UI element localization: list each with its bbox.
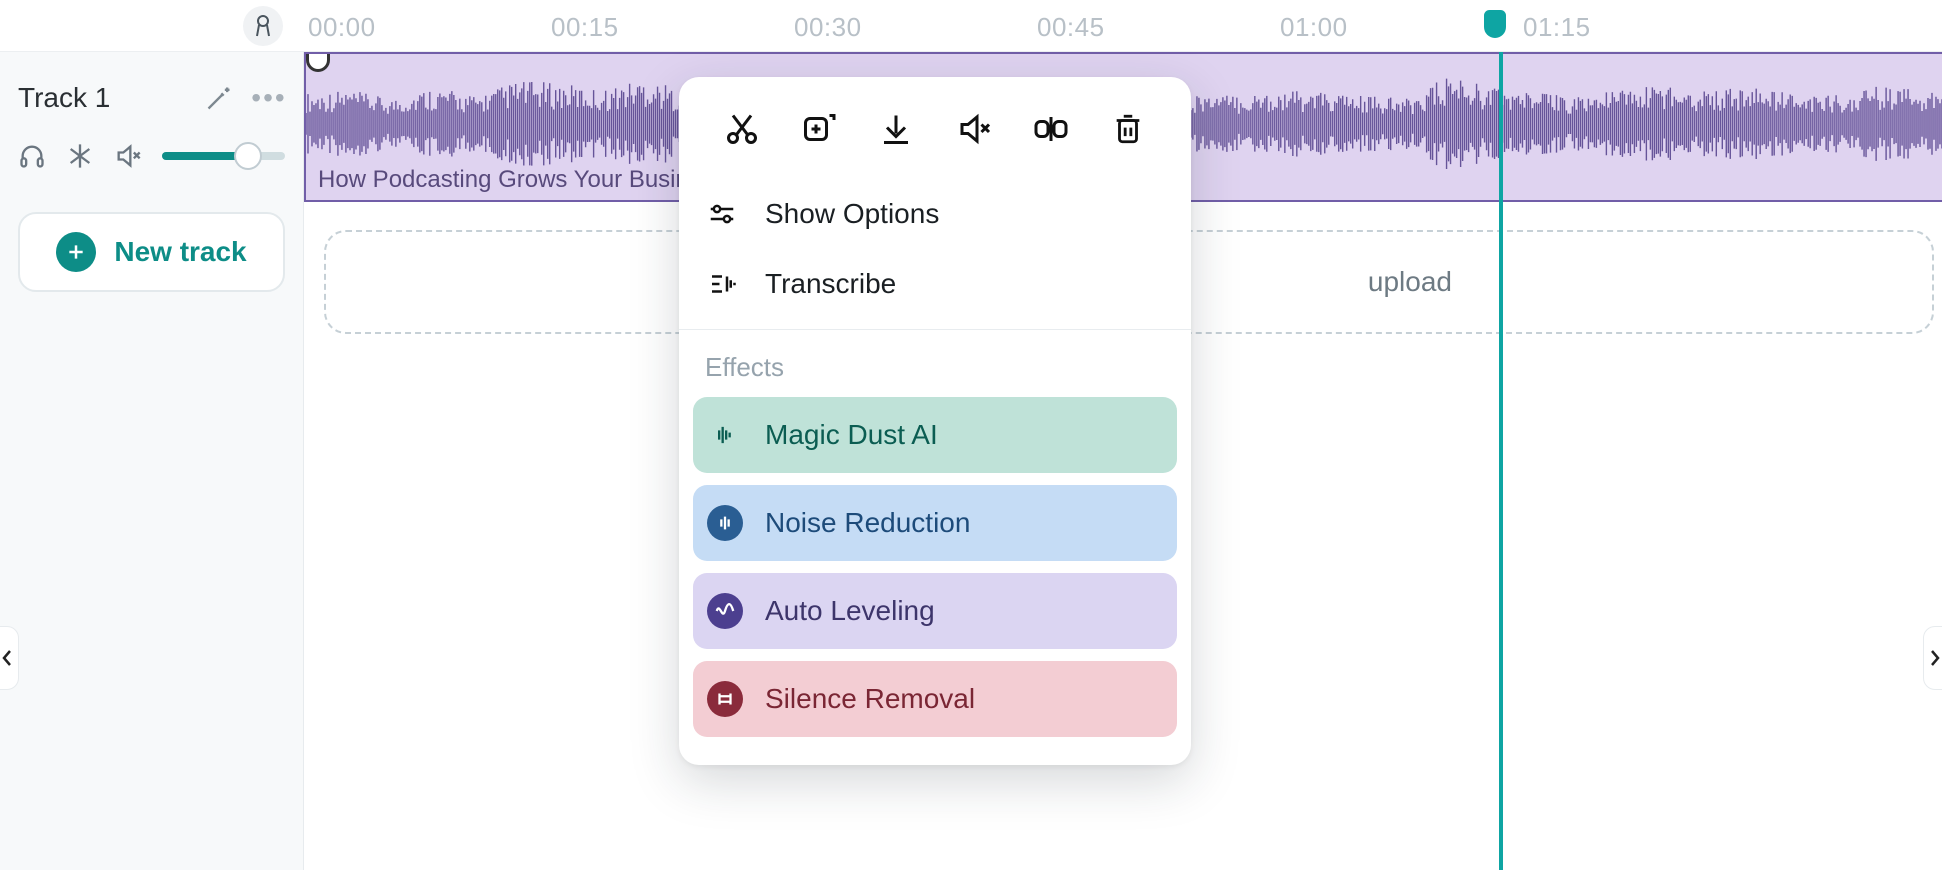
add-icon[interactable] — [791, 101, 847, 157]
clip-context-menu: Show Options Transcribe Effects M — [679, 77, 1191, 765]
effect-magic-dust[interactable]: Magic Dust AI — [693, 397, 1177, 473]
timeline-ruler[interactable]: 00:00 00:15 00:30 00:45 01:00 01:15 — [0, 0, 1942, 52]
transcribe-action[interactable]: Transcribe — [693, 249, 1177, 319]
volume-slider-thumb[interactable] — [234, 142, 262, 170]
transcribe-icon — [705, 267, 739, 301]
clip-title[interactable]: How Podcasting Grows Your Business — [318, 166, 726, 194]
magic-dust-icon — [707, 417, 743, 453]
playhead-marker[interactable] — [1484, 10, 1506, 38]
effect-label: Magic Dust AI — [765, 419, 938, 451]
auto-leveling-icon — [707, 593, 743, 629]
effect-label: Auto Leveling — [765, 595, 935, 627]
cut-icon[interactable] — [714, 101, 770, 157]
plus-icon — [56, 232, 96, 272]
freeze-icon[interactable] — [66, 140, 94, 172]
sidebar-collapse-handle[interactable] — [0, 626, 19, 690]
mute-icon[interactable] — [114, 140, 142, 172]
ruler-tick: 00:15 — [551, 12, 619, 43]
right-panel-expand-handle[interactable] — [1923, 626, 1942, 690]
show-options-label: Show Options — [765, 198, 939, 230]
enhance-icon[interactable] — [203, 82, 235, 114]
silence-removal-icon — [707, 681, 743, 717]
noise-reduction-icon — [707, 505, 743, 541]
rename-icon[interactable] — [1023, 101, 1079, 157]
headphones-icon[interactable] — [18, 140, 46, 172]
timeline-canvas[interactable]: How Podcasting Grows Your Business ••• u… — [304, 52, 1942, 870]
effects-section-label: Effects — [693, 348, 1177, 397]
track-name[interactable]: Track 1 — [18, 82, 110, 114]
track-controls — [18, 140, 285, 172]
effect-auto-leveling[interactable]: Auto Leveling — [693, 573, 1177, 649]
divider — [679, 329, 1191, 330]
delete-icon[interactable] — [1100, 101, 1156, 157]
effect-label: Noise Reduction — [765, 507, 970, 539]
show-options-action[interactable]: Show Options — [693, 179, 1177, 249]
download-icon[interactable] — [868, 101, 924, 157]
volume-slider[interactable] — [162, 152, 285, 160]
sliders-icon — [705, 197, 739, 231]
mute-clip-icon[interactable] — [946, 101, 1002, 157]
dropzone-text: upload — [1368, 266, 1452, 298]
context-icon-row — [693, 95, 1177, 179]
transcribe-label: Transcribe — [765, 268, 896, 300]
ruler-tick: 01:00 — [1280, 12, 1348, 43]
ruler-tick: 00:45 — [1037, 12, 1105, 43]
effect-silence-removal[interactable]: Silence Removal — [693, 661, 1177, 737]
tracks-sidebar: Track 1 ••• — [0, 52, 304, 870]
track-more-button[interactable]: ••• — [253, 82, 285, 114]
ruler-tick: 00:00 — [308, 12, 376, 43]
effect-noise-reduction[interactable]: Noise Reduction — [693, 485, 1177, 561]
effect-label: Silence Removal — [765, 683, 975, 715]
track-header: Track 1 ••• — [18, 82, 285, 114]
playhead-line[interactable] — [1499, 52, 1503, 870]
new-track-label: New track — [114, 236, 246, 268]
snap-toggle[interactable] — [243, 6, 283, 46]
ruler-tick: 01:15 — [1523, 12, 1591, 43]
new-track-button[interactable]: New track — [18, 212, 285, 292]
ruler-tick: 00:30 — [794, 12, 862, 43]
